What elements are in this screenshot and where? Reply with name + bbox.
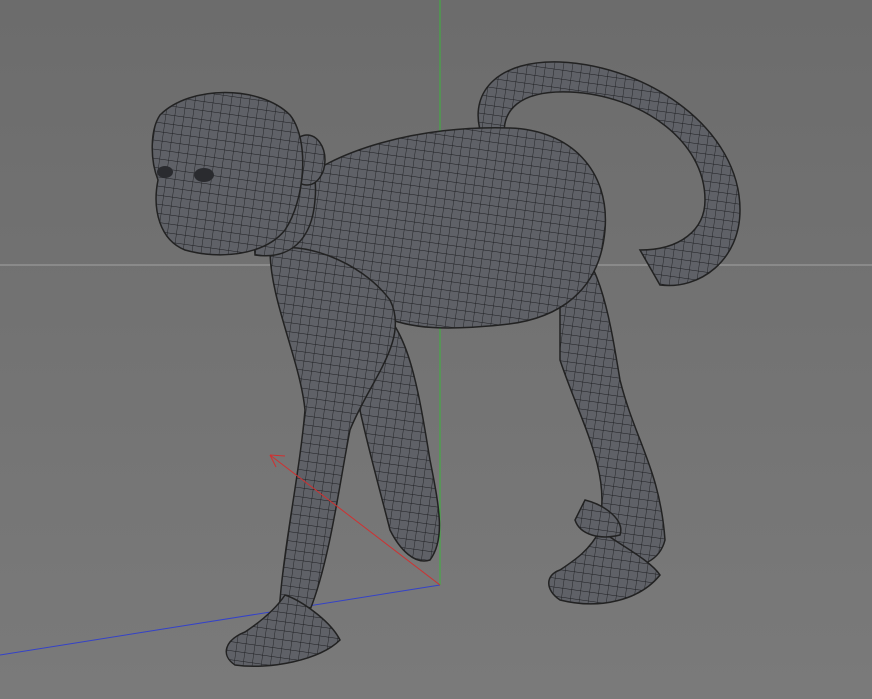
viewport-canvas[interactable] <box>0 0 872 699</box>
eye-left <box>157 166 173 178</box>
eye-right <box>194 168 214 182</box>
monkey-mesh[interactable] <box>151 61 741 668</box>
3d-viewport[interactable] <box>0 0 872 699</box>
z-axis-line <box>0 584 441 656</box>
head <box>151 91 304 256</box>
front-hand <box>225 594 341 668</box>
